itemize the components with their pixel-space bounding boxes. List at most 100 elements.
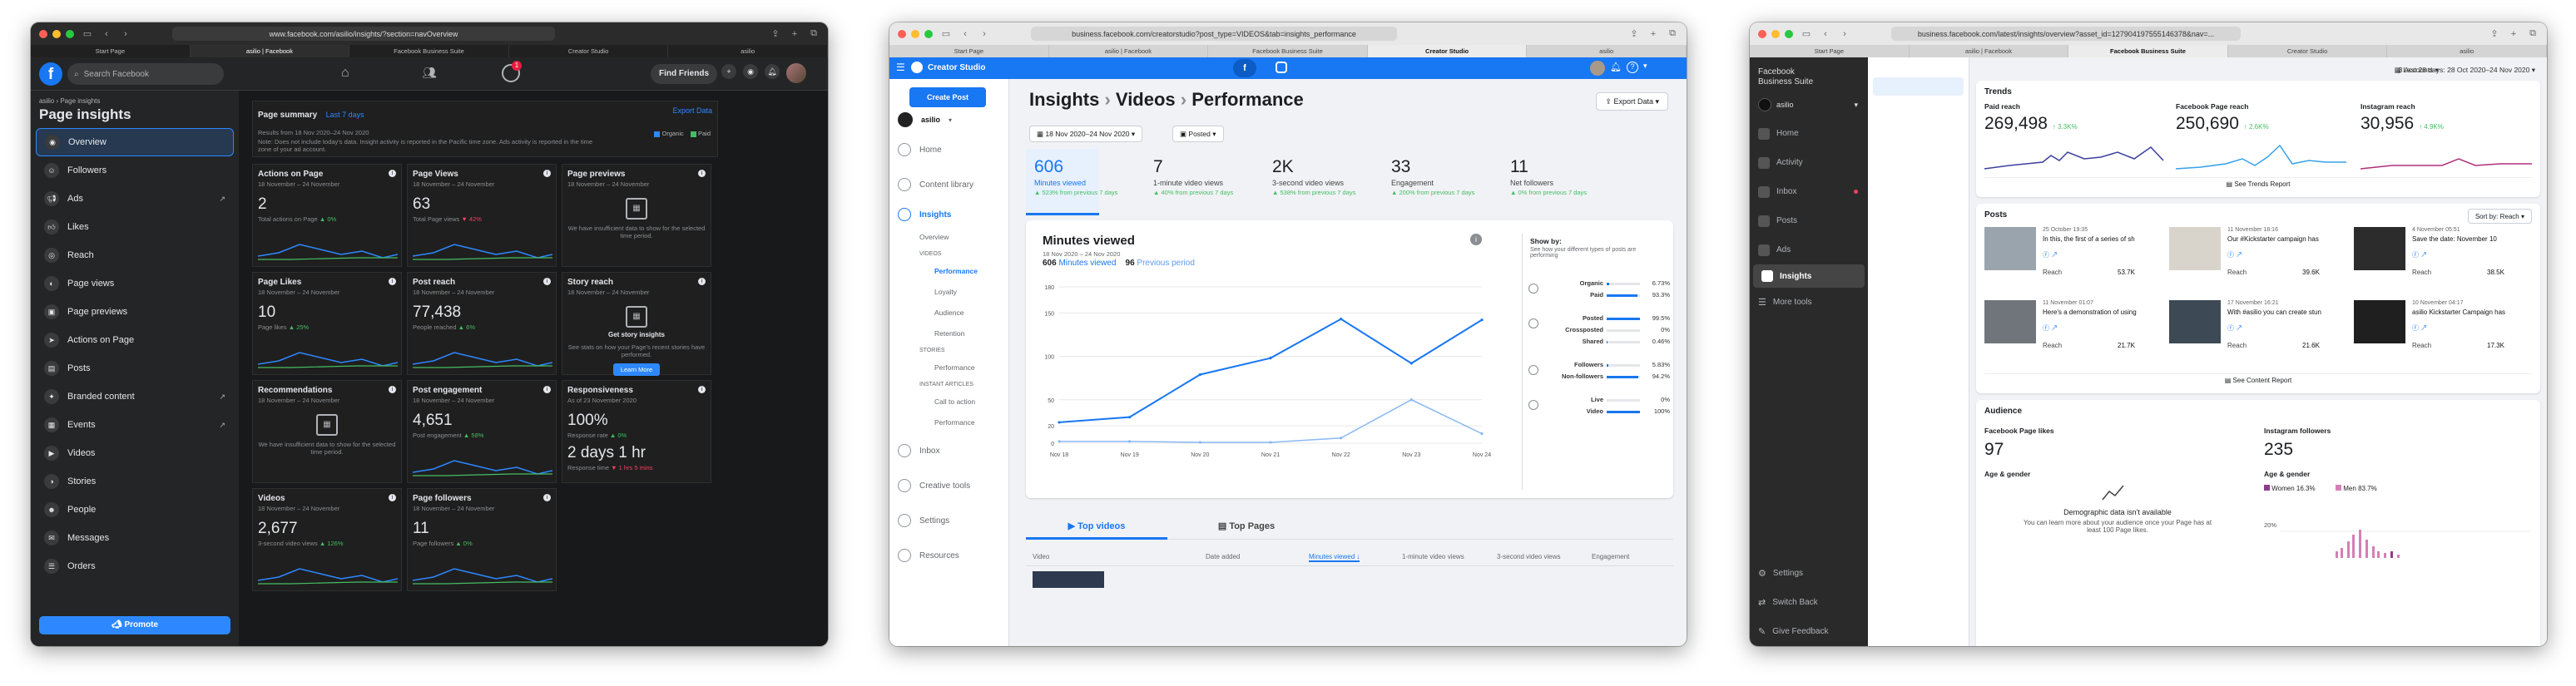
group-radio-icon[interactable] [1528, 284, 1538, 294]
notifications-icon[interactable]: 🔔︎ [765, 64, 780, 79]
nav-inbox[interactable]: Inbox [889, 433, 1008, 468]
info-icon[interactable]: i [543, 278, 551, 285]
kpi-tile[interactable]: 2K 3-second video views ▲ 538% from previo… [1272, 157, 1355, 196]
back-icon[interactable]: ‹ [959, 29, 971, 39]
nav-content-library[interactable]: Content library [889, 167, 1008, 202]
col-1min-views[interactable]: 1-minute video views [1402, 553, 1464, 560]
post-item[interactable]: 11 November 18:16 Our #Kickstarter campai… [2169, 227, 2344, 297]
col-minutes-viewed[interactable]: Minutes viewed ↓ [1309, 553, 1360, 562]
heading-videos[interactable]: Videos [1116, 89, 1176, 110]
nav-ads[interactable]: Ads [1750, 235, 1868, 264]
nav-posts[interactable]: Posts [1750, 206, 1868, 235]
nav-overview[interactable]: ◉ Overview [36, 128, 234, 156]
nav-switch-back[interactable]: ⇄ Switch Back [1750, 588, 1868, 617]
nav-settings[interactable]: ⚙ Settings [1750, 559, 1868, 588]
search-box[interactable]: ⌕ Search Facebook [67, 63, 224, 85]
page-selector[interactable]: asilio ▾ [889, 107, 1008, 132]
tab[interactable]: Creator Studio [1367, 45, 1528, 57]
summary-card[interactable]: Post engagement i 18 November – 24 Novembe… [407, 380, 557, 483]
new-tab-icon[interactable]: + [2508, 29, 2519, 39]
tab[interactable]: asilio [668, 45, 828, 57]
info-icon[interactable]: i [543, 170, 551, 177]
subnav-video-performance[interactable]: Performance [919, 261, 1008, 282]
tab[interactable]: asilio [2387, 45, 2547, 57]
summary-card[interactable]: Recommendations i 18 November – 24 Novembe… [252, 380, 402, 483]
info-icon[interactable]: i [698, 386, 706, 393]
nav-page-views[interactable]: ◐ Page views [36, 269, 234, 298]
subnav-call-to-action[interactable]: Call to action [919, 392, 1008, 412]
col-date-added[interactable]: Date added [1206, 553, 1240, 560]
kpi-tile[interactable]: 11 Net followers ▲ 0% from previous 7 days [1510, 157, 1587, 196]
sidebar-toggle-icon[interactable]: ▭ [82, 29, 93, 39]
new-tab-icon[interactable]: + [789, 29, 800, 39]
kpi-tile[interactable]: 7 1-minute video views ▲ 40% from previous… [1153, 157, 1233, 196]
create-icon[interactable]: + [721, 64, 736, 79]
post-item[interactable]: 11 November 01:07 Here's a demonstration … [1984, 300, 2159, 370]
subnav-stories-performance[interactable]: Performance [919, 358, 1008, 378]
info-icon[interactable]: i [389, 386, 396, 393]
facebook-tab-icon[interactable]: f [1233, 59, 1256, 77]
post-thumbnail[interactable] [1984, 300, 2036, 343]
sort-dropdown[interactable]: Sort by: Reach ▾ [2467, 209, 2532, 224]
posted-filter[interactable]: ▣ Posted ▾ [1172, 126, 1224, 142]
date-range-picker[interactable]: ▦ 18 Nov 2020–24 Nov 2020 ▾ [1029, 126, 1143, 142]
nav-orders[interactable]: ☰ Orders [36, 552, 234, 580]
address-bar[interactable]: business.facebook.com/latest/insights/ov… [1891, 27, 2241, 41]
tabs-overview-icon[interactable]: ⧉ [2527, 28, 2539, 39]
nav-messages[interactable]: ✉ Messages [36, 524, 234, 552]
share-icon[interactable]: ⇪ [1628, 29, 1640, 39]
create-post-button[interactable]: Create Post [909, 87, 986, 107]
subnav-articles-performance[interactable]: Performance [919, 412, 1008, 433]
share-icon[interactable]: ⇪ [770, 29, 781, 39]
messenger-icon[interactable]: ◉ [743, 64, 758, 79]
heading-insights[interactable]: Insights [1029, 89, 1099, 110]
group-radio-icon[interactable] [1528, 400, 1538, 410]
group-radio-icon[interactable] [1528, 365, 1538, 375]
post-thumbnail[interactable] [1984, 227, 2036, 270]
subnav-overview-selected[interactable] [1873, 77, 1964, 96]
sidebar-toggle-icon[interactable]: ▭ [1801, 29, 1812, 39]
see-content-report[interactable]: ▤ See Content Report [1984, 373, 2532, 387]
info-icon[interactable]: i [543, 386, 551, 393]
nav-home[interactable]: Home [889, 132, 1008, 167]
tab[interactable]: Start Page [889, 45, 1049, 57]
avatar[interactable] [786, 63, 806, 83]
post-item[interactable]: 4 November 05:51 Save the date: November … [2354, 227, 2529, 297]
nav-likes[interactable]: 👍︎ Likes [36, 213, 234, 241]
summary-range-dropdown[interactable]: Last 7 days [326, 111, 364, 119]
window-controls[interactable] [1758, 29, 1793, 38]
nav-videos[interactable]: ▶ Videos [36, 439, 234, 467]
nav-page-previews[interactable]: ▣ Page previews [36, 298, 234, 326]
tab[interactable]: asilio | Facebook [1049, 45, 1209, 57]
share-icon[interactable]: ⇪ [2489, 29, 2500, 39]
summary-card[interactable]: Actions on Page i 18 November – 24 Novembe… [252, 164, 402, 267]
notifications-icon[interactable]: 🔔︎ [1610, 62, 1622, 72]
post-thumbnail[interactable] [2354, 227, 2405, 270]
summary-card[interactable]: Page previews i 18 November – 24 November ▦… [562, 164, 711, 267]
nav-give-feedback[interactable]: ✎ Give Feedback [1750, 617, 1868, 646]
nav-settings[interactable]: Settings [889, 503, 1008, 538]
nav-more-tools[interactable]: ☰ More tools [1750, 288, 1868, 317]
chart-total-label[interactable]: Minutes viewed [1058, 259, 1116, 268]
nav-activity[interactable]: Activity [1750, 148, 1868, 177]
nav-reach[interactable]: ◎ Reach [36, 241, 234, 269]
nav-followers[interactable]: ☺ Followers [36, 156, 234, 185]
subnav-audience[interactable]: Audience [919, 303, 1008, 323]
window-controls[interactable] [898, 29, 933, 38]
export-data-link[interactable]: Export Data [672, 106, 712, 115]
post-item[interactable]: 17 November 16:21 With #asilio you can cr… [2169, 300, 2344, 370]
nav-inbox[interactable]: Inbox [1750, 177, 1868, 206]
promote-button[interactable]: 📣︎ Promote [39, 616, 230, 634]
video-thumbnail[interactable] [1033, 571, 1104, 588]
avatar[interactable] [1590, 61, 1605, 76]
instagram-tab-icon[interactable] [1276, 62, 1287, 73]
see-trends-report[interactable]: ▤ See Trends Report [1984, 177, 2532, 190]
nav-home[interactable]: Home [1750, 119, 1868, 148]
new-tab-icon[interactable]: + [1647, 29, 1659, 39]
nav-insights[interactable]: Insights [1753, 264, 1865, 288]
back-icon[interactable]: ‹ [101, 29, 112, 39]
info-icon[interactable]: i [698, 170, 706, 177]
nav-people[interactable]: ☻ People [36, 496, 234, 524]
summary-card[interactable]: Page followers i 18 November – 24 November… [407, 488, 557, 591]
home-icon[interactable]: ⌂ [341, 66, 349, 81]
